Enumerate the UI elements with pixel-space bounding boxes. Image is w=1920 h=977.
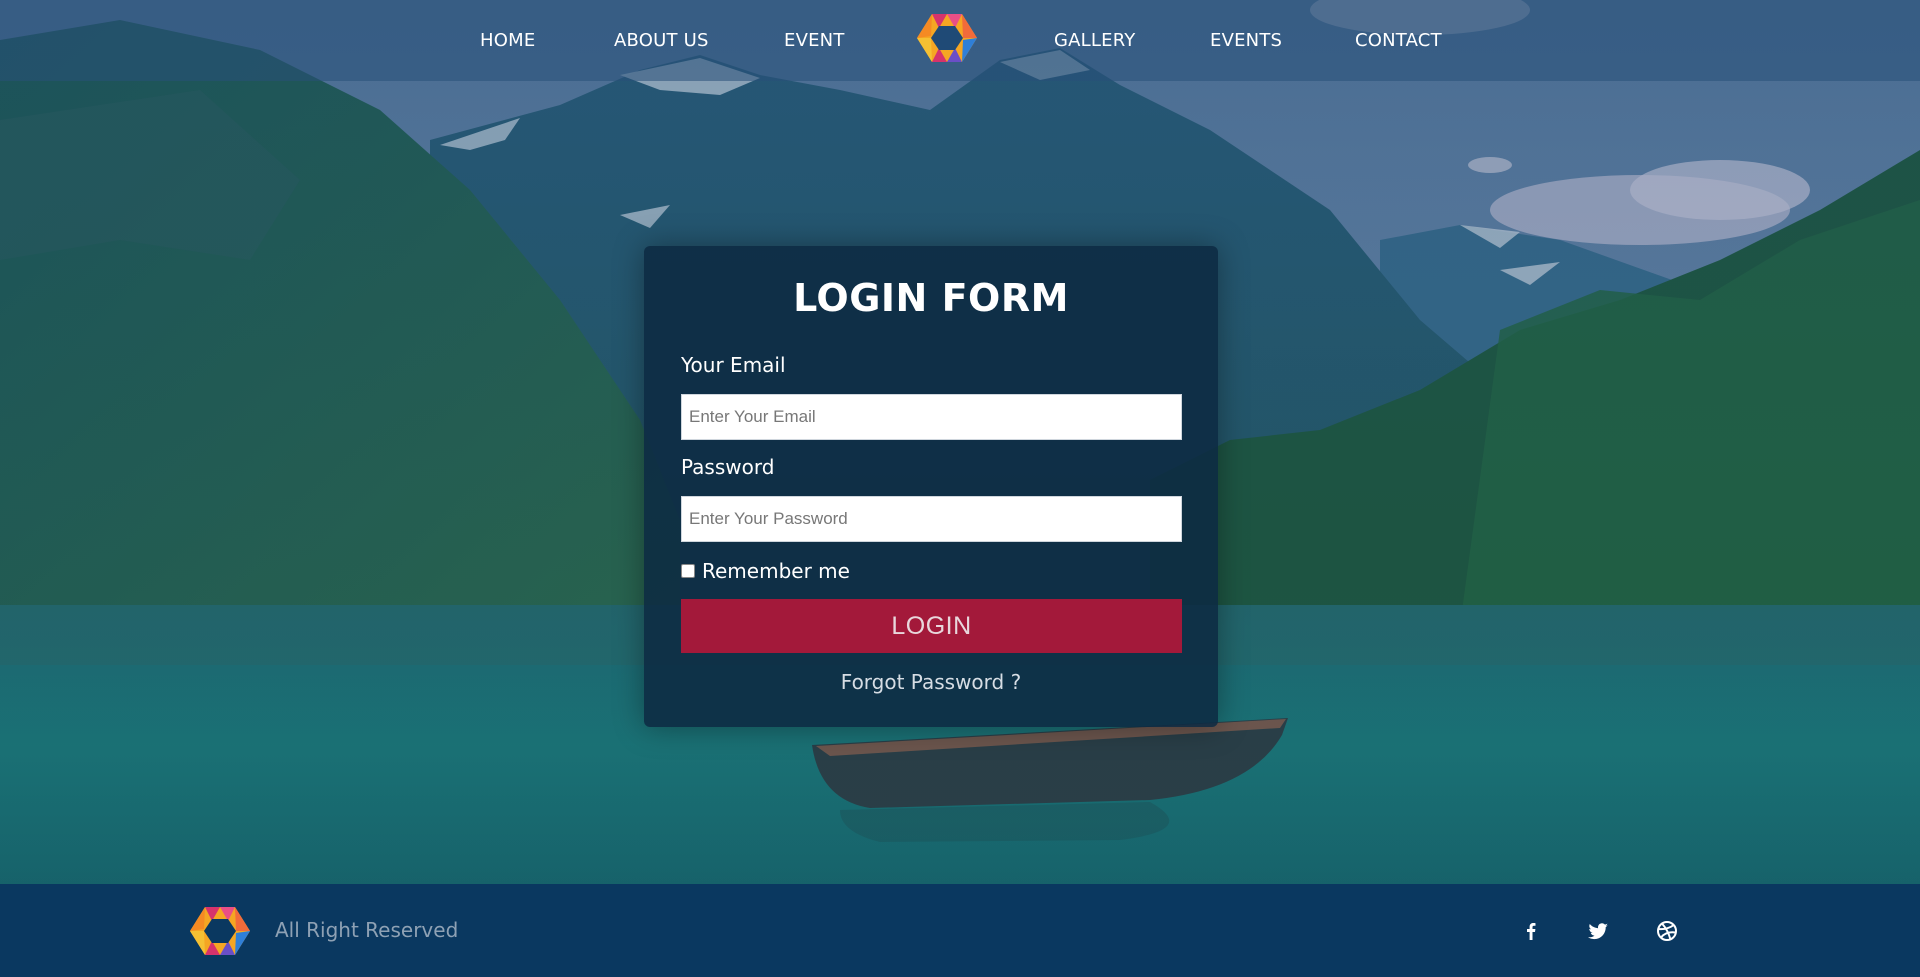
copyright-text: All Right Reserved — [275, 918, 459, 942]
forgot-password-link[interactable]: Forgot Password ? — [644, 670, 1218, 694]
nav-event[interactable]: EVENT — [784, 0, 845, 81]
footer: All Right Reserved — [0, 884, 1920, 977]
password-input[interactable] — [681, 496, 1182, 542]
nav-gallery[interactable]: GALLERY — [1054, 0, 1135, 81]
dribbble-icon[interactable] — [1654, 918, 1680, 944]
hexagon-logo-icon — [190, 903, 250, 959]
nav-home[interactable]: HOME — [480, 0, 535, 81]
facebook-icon[interactable] — [1518, 918, 1544, 944]
hexagon-logo-icon[interactable] — [917, 10, 977, 66]
password-label: Password — [681, 455, 775, 479]
login-form: LOGIN FORM Your Email Password Remember … — [644, 246, 1218, 727]
email-label: Your Email — [681, 353, 786, 377]
nav-contact[interactable]: CONTACT — [1355, 0, 1442, 81]
nav-about-us[interactable]: ABOUT US — [614, 0, 709, 81]
nav-events[interactable]: EVENTS — [1210, 0, 1282, 81]
login-button[interactable]: LOGIN — [681, 599, 1182, 653]
remember-me-label: Remember me — [702, 559, 850, 583]
login-form-title: LOGIN FORM — [793, 276, 1069, 320]
email-input[interactable] — [681, 394, 1182, 440]
remember-me-checkbox[interactable] — [681, 564, 695, 578]
twitter-icon[interactable] — [1585, 918, 1611, 944]
remember-me[interactable]: Remember me — [681, 559, 850, 583]
top-navbar: HOME ABOUT US EVENT GALLERY EVENTS CONTA… — [0, 0, 1920, 81]
